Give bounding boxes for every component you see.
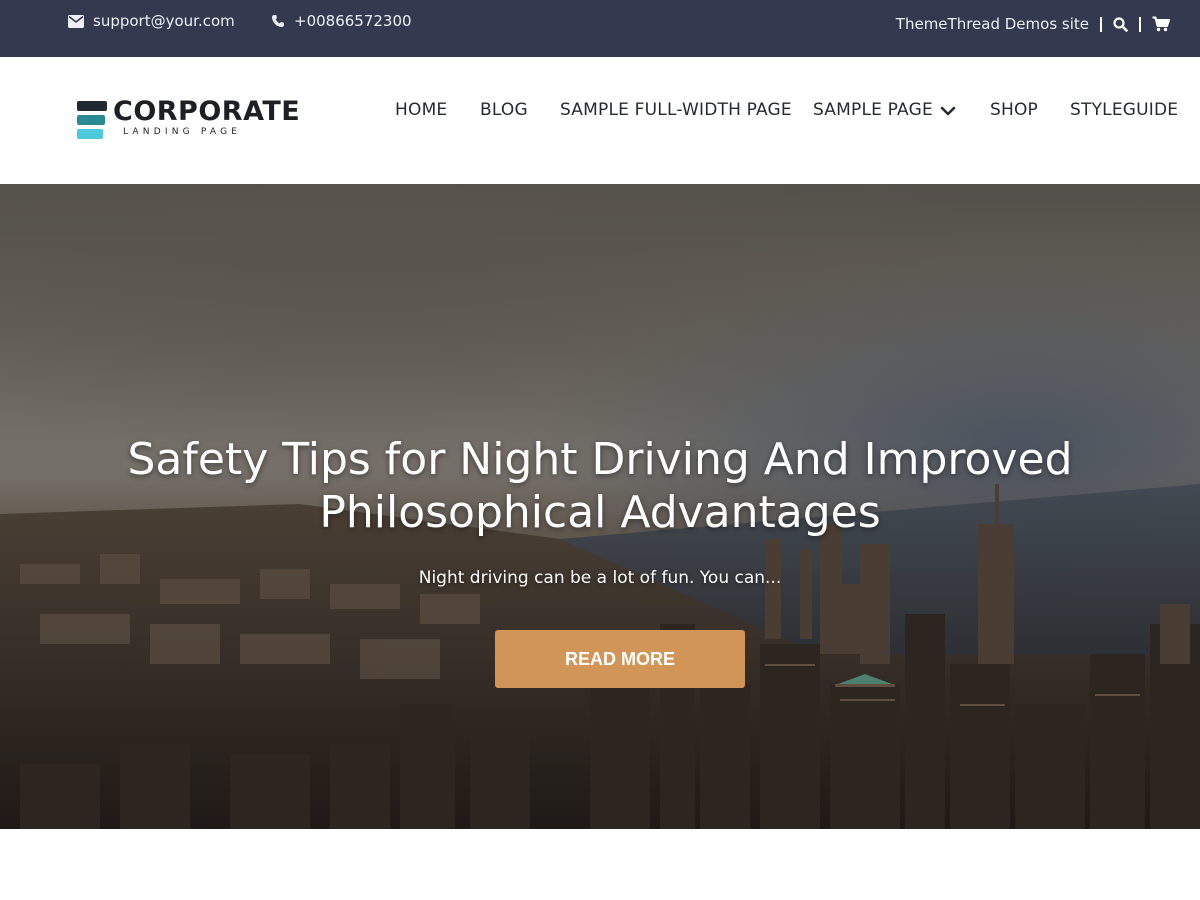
main-nav: HOME BLOG SAMPLE FULL-WIDTH PAGE SAMPLE … (0, 100, 1200, 122)
content-area (0, 829, 1200, 900)
envelope-icon (68, 14, 84, 28)
demos-site-link[interactable]: ThemeThread Demos site (896, 15, 1089, 33)
logo-subtitle: LANDING PAGE (123, 127, 242, 137)
nav-shop[interactable]: SHOP (990, 100, 1038, 120)
hero-banner: Safety Tips for Night Driving And Improv… (0, 184, 1200, 829)
contact-phone[interactable]: +00866572300 (271, 12, 412, 30)
hero-title[interactable]: Safety Tips for Night Driving And Improv… (0, 433, 1200, 539)
divider (1100, 16, 1102, 32)
phone-text: +00866572300 (294, 12, 412, 30)
cart-icon[interactable] (1152, 16, 1170, 32)
email-text: support@your.com (93, 12, 235, 30)
hero-title-line-2: Philosophical Advantages (319, 487, 881, 538)
phone-icon (271, 14, 285, 28)
divider (1139, 16, 1141, 32)
nav-blog[interactable]: BLOG (480, 100, 528, 120)
contact-email[interactable]: support@your.com (68, 12, 235, 30)
search-icon[interactable] (1113, 16, 1128, 32)
nav-home[interactable]: HOME (395, 100, 447, 120)
hero-title-line-1: Safety Tips for Night Driving And Improv… (127, 434, 1073, 485)
hero-excerpt: Night driving can be a lot of fun. You c… (418, 568, 782, 588)
nav-styleguide[interactable]: STYLEGUIDE (1070, 100, 1178, 120)
chevron-down-icon[interactable] (940, 103, 956, 119)
nav-sample-full-width-page[interactable]: SAMPLE FULL-WIDTH PAGE (560, 100, 792, 120)
top-bar: support@your.com +00866572300 ThemeThrea… (0, 0, 1200, 57)
nav-sample-page[interactable]: SAMPLE PAGE (813, 100, 933, 120)
topbar-right: ThemeThread Demos site (896, 15, 1170, 33)
read-more-button[interactable]: READ MORE (495, 630, 745, 688)
